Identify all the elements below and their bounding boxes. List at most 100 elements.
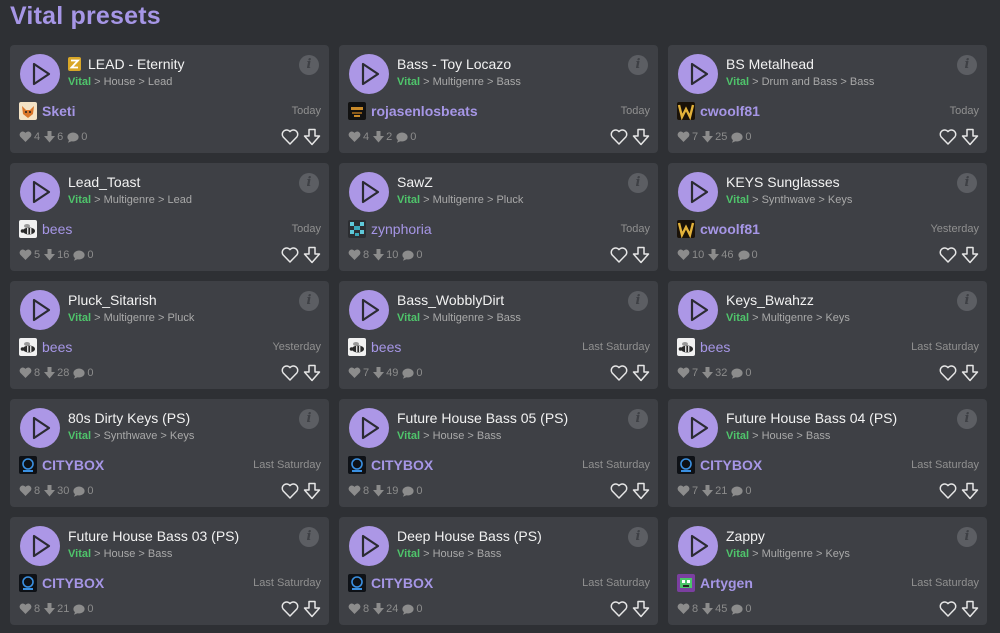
preset-name[interactable]: Bass - Toy Locazo: [397, 56, 511, 72]
preset-card[interactable]: i Future House Bass 04 (PS) Vital > Hous…: [668, 399, 987, 507]
preset-name[interactable]: Keys_Bwahzz: [726, 292, 814, 308]
play-button[interactable]: [678, 54, 718, 94]
download-button[interactable]: [632, 600, 650, 618]
preset-card[interactable]: i Deep House Bass (PS) Vital > House > B…: [339, 517, 658, 625]
author-name[interactable]: CITYBOX: [700, 457, 762, 473]
favorite-button[interactable]: [610, 600, 628, 618]
download-button[interactable]: [303, 364, 321, 382]
author-link[interactable]: cwoolf81: [677, 220, 760, 238]
author-name[interactable]: Sketi: [42, 103, 75, 119]
info-icon[interactable]: i: [299, 55, 319, 75]
info-icon[interactable]: i: [957, 173, 977, 193]
play-button[interactable]: [349, 290, 389, 330]
preset-name[interactable]: Lead_Toast: [68, 174, 140, 190]
info-icon[interactable]: i: [957, 527, 977, 547]
preset-name[interactable]: Pluck_Sitarish: [68, 292, 157, 308]
preset-name[interactable]: Future House Bass 05 (PS): [397, 410, 568, 426]
author-link[interactable]: bees: [19, 338, 72, 356]
author-name[interactable]: CITYBOX: [42, 457, 104, 473]
play-button[interactable]: [20, 408, 60, 448]
info-icon[interactable]: i: [957, 55, 977, 75]
favorite-button[interactable]: [281, 482, 299, 500]
info-icon[interactable]: i: [628, 409, 648, 429]
play-button[interactable]: [20, 290, 60, 330]
info-icon[interactable]: i: [628, 173, 648, 193]
preset-card[interactable]: i Pluck_Sitarish Vital > Multigenre > Pl…: [10, 281, 329, 389]
author-link[interactable]: Sketi: [19, 102, 75, 120]
favorite-button[interactable]: [939, 364, 957, 382]
author-name[interactable]: zynphoria: [371, 221, 432, 237]
favorite-button[interactable]: [939, 600, 957, 618]
download-button[interactable]: [632, 482, 650, 500]
author-link[interactable]: CITYBOX: [19, 456, 104, 474]
preset-name[interactable]: BS Metalhead: [726, 56, 814, 72]
author-link[interactable]: bees: [677, 338, 730, 356]
preset-name[interactable]: Future House Bass 03 (PS): [68, 528, 239, 544]
play-button[interactable]: [678, 290, 718, 330]
favorite-button[interactable]: [281, 246, 299, 264]
author-name[interactable]: CITYBOX: [371, 575, 433, 591]
play-button[interactable]: [349, 408, 389, 448]
author-link[interactable]: CITYBOX: [677, 456, 762, 474]
download-button[interactable]: [303, 128, 321, 146]
favorite-button[interactable]: [610, 482, 628, 500]
preset-card[interactable]: i Bass_WobblyDirt Vital > Multigenre > B…: [339, 281, 658, 389]
preset-name[interactable]: Future House Bass 04 (PS): [726, 410, 897, 426]
author-name[interactable]: bees: [42, 221, 72, 237]
info-icon[interactable]: i: [299, 173, 319, 193]
preset-name[interactable]: Zappy: [726, 528, 765, 544]
preset-card[interactable]: i LEAD - Eternity Vital > House > Lead S…: [10, 45, 329, 153]
author-link[interactable]: CITYBOX: [348, 574, 433, 592]
play-button[interactable]: [349, 526, 389, 566]
preset-name[interactable]: Deep House Bass (PS): [397, 528, 542, 544]
author-link[interactable]: CITYBOX: [348, 456, 433, 474]
preset-name[interactable]: SawZ: [397, 174, 433, 190]
author-link[interactable]: rojasenlosbeats: [348, 102, 478, 120]
info-icon[interactable]: i: [628, 291, 648, 311]
play-button[interactable]: [349, 54, 389, 94]
play-button[interactable]: [678, 408, 718, 448]
favorite-button[interactable]: [281, 128, 299, 146]
author-name[interactable]: CITYBOX: [371, 457, 433, 473]
info-icon[interactable]: i: [299, 527, 319, 547]
favorite-button[interactable]: [610, 364, 628, 382]
favorite-button[interactable]: [281, 600, 299, 618]
author-link[interactable]: CITYBOX: [19, 574, 104, 592]
info-icon[interactable]: i: [957, 409, 977, 429]
favorite-button[interactable]: [939, 128, 957, 146]
author-link[interactable]: cwoolf81: [677, 102, 760, 120]
favorite-button[interactable]: [939, 246, 957, 264]
play-button[interactable]: [20, 526, 60, 566]
preset-card[interactable]: i Bass - Toy Locazo Vital > Multigenre >…: [339, 45, 658, 153]
play-button[interactable]: [678, 172, 718, 212]
info-icon[interactable]: i: [957, 291, 977, 311]
play-button[interactable]: [678, 526, 718, 566]
download-button[interactable]: [961, 246, 979, 264]
info-icon[interactable]: i: [628, 55, 648, 75]
download-button[interactable]: [303, 246, 321, 264]
preset-card[interactable]: i Lead_Toast Vital > Multigenre > Lead b…: [10, 163, 329, 271]
author-name[interactable]: bees: [371, 339, 401, 355]
preset-name[interactable]: 80s Dirty Keys (PS): [68, 410, 190, 426]
favorite-button[interactable]: [939, 482, 957, 500]
author-link[interactable]: bees: [348, 338, 401, 356]
download-button[interactable]: [632, 128, 650, 146]
author-link[interactable]: zynphoria: [348, 220, 432, 238]
download-button[interactable]: [961, 482, 979, 500]
preset-name[interactable]: LEAD - Eternity: [88, 56, 184, 72]
author-name[interactable]: bees: [700, 339, 730, 355]
preset-name[interactable]: KEYS Sunglasses: [726, 174, 840, 190]
info-icon[interactable]: i: [299, 291, 319, 311]
info-icon[interactable]: i: [299, 409, 319, 429]
preset-card[interactable]: i BS Metalhead Vital > Drum and Bass > B…: [668, 45, 987, 153]
author-name[interactable]: rojasenlosbeats: [371, 103, 478, 119]
play-button[interactable]: [20, 172, 60, 212]
author-name[interactable]: cwoolf81: [700, 221, 760, 237]
preset-card[interactable]: i SawZ Vital > Multigenre > Pluck zynpho…: [339, 163, 658, 271]
download-button[interactable]: [961, 128, 979, 146]
author-link[interactable]: Artygen: [677, 574, 753, 592]
preset-card[interactable]: i Future House Bass 05 (PS) Vital > Hous…: [339, 399, 658, 507]
preset-card[interactable]: i 80s Dirty Keys (PS) Vital > Synthwave …: [10, 399, 329, 507]
preset-card[interactable]: i Future House Bass 03 (PS) Vital > Hous…: [10, 517, 329, 625]
favorite-button[interactable]: [610, 246, 628, 264]
